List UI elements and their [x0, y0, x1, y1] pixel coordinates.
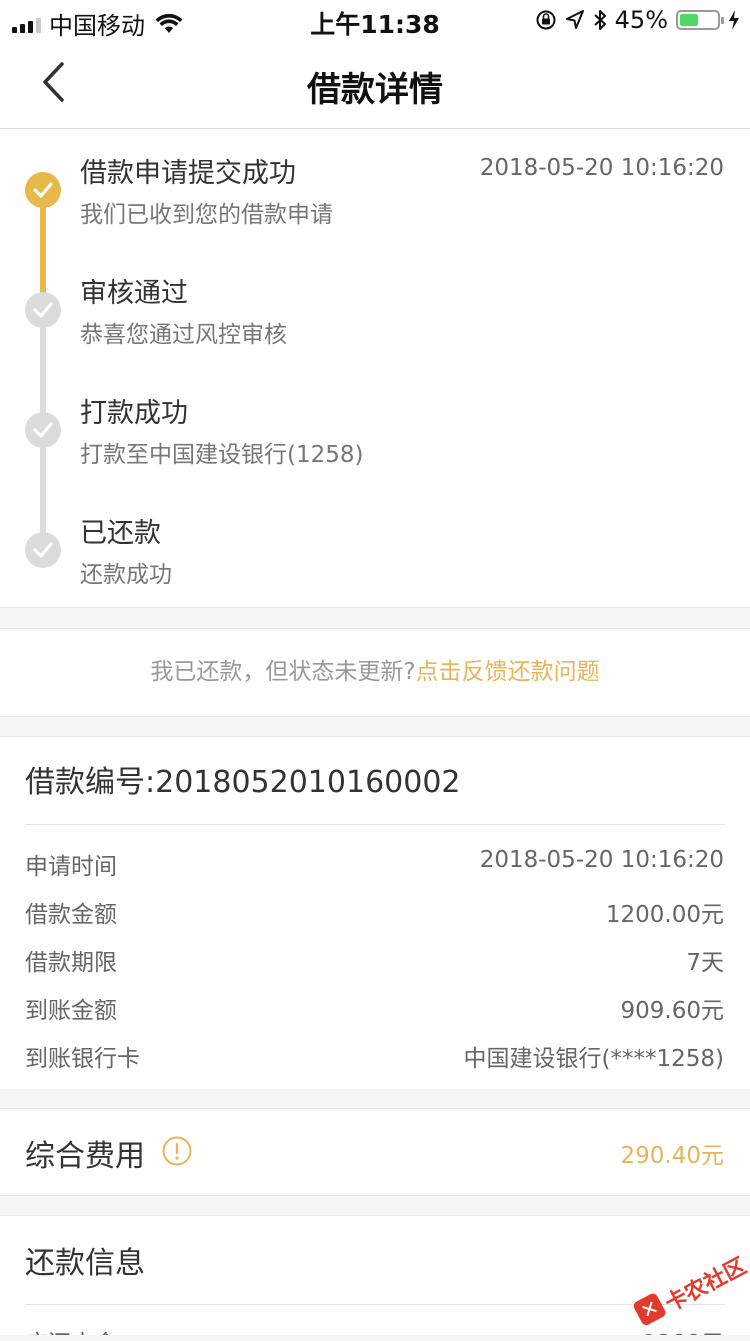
step-time: 2018-05-20 10:16:20	[479, 155, 724, 181]
loan-number: 借款编号:2018052010160002	[25, 765, 461, 800]
detail-label: 借款期限	[25, 950, 117, 976]
nav-bar: 借款详情	[0, 40, 750, 129]
fee-amount: 290.40元	[620, 1143, 724, 1169]
detail-row: 申请时间 2018-05-20 10:16:20	[25, 847, 724, 887]
detail-label: 申请时间	[25, 854, 117, 880]
detail-value: 2018-05-20 10:16:20	[479, 847, 724, 873]
feedback-link[interactable]: 点击反馈还款问题	[416, 659, 600, 685]
detail-label: 应还本金	[25, 1324, 117, 1335]
step-subtitle: 还款成功	[80, 562, 172, 588]
charging-icon	[729, 10, 739, 30]
timeline-step: 已还款 还款成功	[0, 507, 750, 607]
feedback-text: 我已还款，但状态未更新?	[150, 659, 416, 685]
check-icon	[25, 532, 61, 568]
check-icon	[25, 292, 61, 328]
detail-value: 中国建设银行(****1258)	[463, 1046, 724, 1072]
detail-label: 到账银行卡	[25, 1046, 140, 1072]
detail-row: 到账银行卡 中国建设银行(****1258)	[25, 1039, 724, 1079]
step-title: 借款申请提交成功	[80, 158, 296, 189]
detail-row: 借款金额 1200.00元	[25, 895, 724, 935]
page-title: 借款详情	[307, 70, 443, 110]
orientation-lock-icon	[536, 10, 556, 30]
step-subtitle: 打款至中国建设银行(1258)	[80, 442, 364, 468]
detail-value: 909.60元	[620, 998, 724, 1024]
timeline-step: 借款申请提交成功 我们已收到您的借款申请 2018-05-20 10:16:20	[0, 147, 750, 247]
battery-percent: 45%	[614, 6, 668, 34]
check-icon	[25, 172, 61, 208]
step-title: 打款成功	[80, 398, 188, 429]
status-bar: 中国移动 上午11:38 45%	[0, 0, 750, 40]
bluetooth-icon	[593, 10, 606, 30]
battery-icon	[676, 10, 724, 30]
timeline-step: 打款成功 打款至中国建设银行(1258)	[0, 387, 750, 487]
loan-progress-timeline: 借款申请提交成功 我们已收到您的借款申请 2018-05-20 10:16:20…	[0, 129, 750, 608]
detail-row: 借款期限 7天	[25, 943, 724, 983]
divider	[25, 824, 725, 825]
repayment-info-card: 还款信息 应还本金 1200元	[0, 1215, 750, 1335]
info-icon[interactable]	[162, 1136, 192, 1166]
fee-row: 综合费用 290.40元	[0, 1108, 750, 1196]
loan-details-card: 借款编号:2018052010160002 申请时间 2018-05-20 10…	[0, 736, 750, 1089]
detail-value: 1200.00元	[605, 902, 724, 928]
detail-value: 7天	[686, 950, 724, 976]
divider	[25, 1304, 725, 1305]
section-title: 还款信息	[25, 1246, 145, 1281]
step-title: 已还款	[80, 518, 161, 549]
step-subtitle: 我们已收到您的借款申请	[80, 202, 333, 228]
check-icon	[25, 412, 61, 448]
detail-row: 到账金额 909.60元	[25, 991, 724, 1031]
step-title: 审核通过	[80, 278, 188, 309]
detail-label: 借款金额	[25, 902, 117, 928]
timeline-step: 审核通过 恭喜您通过风控审核	[0, 267, 750, 367]
detail-label: 到账金额	[25, 998, 117, 1024]
step-subtitle: 恭喜您通过风控审核	[80, 322, 287, 348]
location-icon	[565, 10, 584, 29]
repayment-feedback-bar: 我已还款，但状态未更新?点击反馈还款问题	[0, 628, 750, 717]
fee-label: 综合费用	[25, 1139, 145, 1174]
